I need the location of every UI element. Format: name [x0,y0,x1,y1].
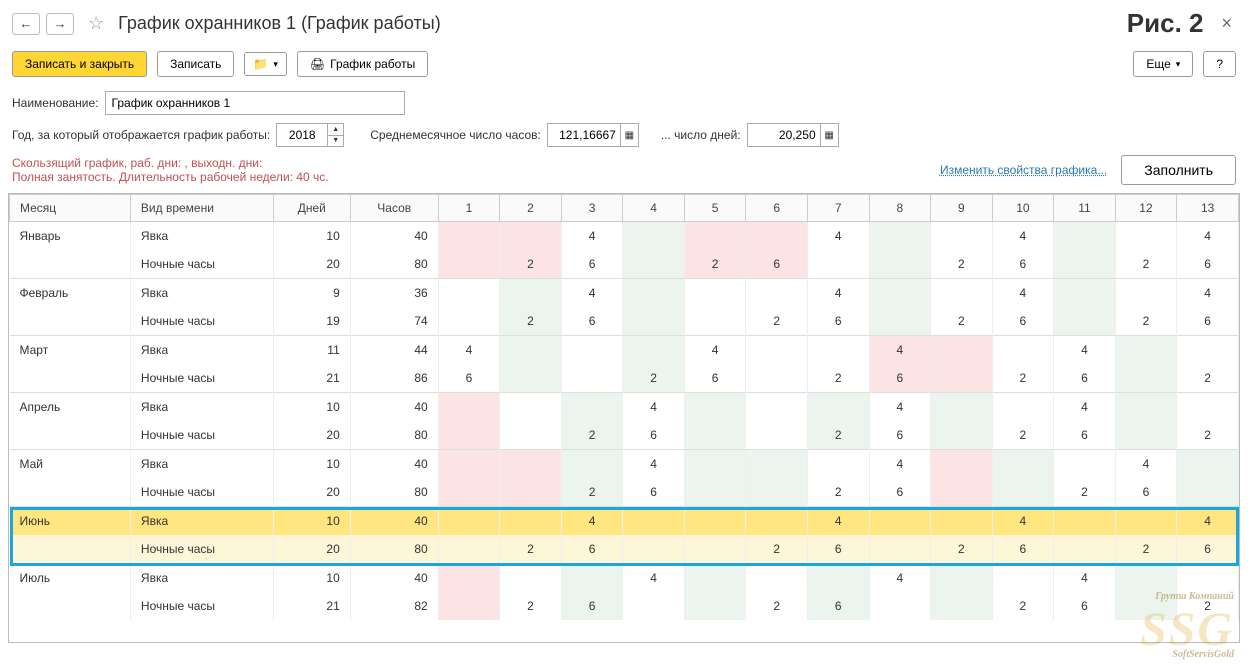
avg-hours-label: Среднемесячное число часов: [370,128,541,142]
avg-hours-field[interactable]: ▦ [547,123,639,147]
table-row[interactable]: Ночные часы197426262626 [10,307,1239,336]
col-hours: Часов [350,195,438,222]
col-type: Вид времени [130,195,273,222]
schedule-table: МесяцВид времениДнейЧасов123456789101112… [9,194,1239,620]
edit-schedule-props-link[interactable]: Изменить свойства графика... [940,163,1107,177]
col-day: 13 [1177,195,1239,222]
table-row[interactable]: ФевральЯвка9364444 [10,279,1239,308]
attachments-button[interactable]: 📁▾ [244,52,286,76]
calc-icon[interactable]: ▦ [820,124,838,146]
save-and-close-button[interactable]: Записать и закрыть [12,51,147,77]
col-day: 2 [500,195,562,222]
table-row[interactable]: ИюльЯвка1040444 [10,564,1239,593]
figure-label: Рис. 2 [1127,8,1204,39]
table-row[interactable]: ИюньЯвка10404444 [10,507,1239,536]
nav-back-button[interactable]: ← [12,13,40,35]
table-row[interactable]: АпрельЯвка1040444 [10,393,1239,422]
table-row[interactable]: МайЯвка1040444 [10,450,1239,479]
year-label: Год, за который отображается график рабо… [12,128,270,142]
folder-icon: 📁 [253,57,268,71]
year-down-icon[interactable]: ▼ [328,136,343,147]
table-row[interactable]: Ночные часы20802626262 [10,421,1239,450]
close-icon[interactable]: × [1217,13,1236,34]
year-up-icon[interactable]: ▲ [328,124,343,136]
avg-days-field[interactable]: ▦ [747,123,839,147]
year-input[interactable] [277,124,327,146]
col-days: Дней [273,195,350,222]
avg-days-input[interactable] [748,124,820,146]
fill-button[interactable]: Заполнить [1121,155,1236,185]
favorite-icon[interactable]: ☆ [88,13,104,34]
col-day: 7 [807,195,869,222]
calc-icon[interactable]: ▦ [620,124,638,146]
table-row[interactable]: Ночные часы2080262626 [10,478,1239,507]
name-label: Наименование: [12,96,99,110]
table-row[interactable]: Ночные часы218662626262 [10,364,1239,393]
table-row[interactable]: Ночные часы208026262626 [10,535,1239,564]
schedule-table-container[interactable]: МесяцВид времениДнейЧасов123456789101112… [8,193,1240,643]
page-title: График охранников 1 (График работы) [118,13,1121,34]
schedule-type-info: Скользящий график, раб. дни: , выходн. д… [12,156,329,170]
col-day: 6 [746,195,808,222]
more-button[interactable]: Еще▾ [1133,51,1193,77]
col-day: 4 [623,195,685,222]
year-stepper[interactable]: ▲▼ [276,123,344,147]
nav-forward-button[interactable]: → [46,13,74,35]
col-day: 1 [438,195,500,222]
printer-icon: 🖨 [310,57,325,71]
table-row[interactable]: ЯнварьЯвка10404444 [10,222,1239,251]
table-row[interactable]: МартЯвка11444444 [10,336,1239,365]
col-day: 12 [1115,195,1177,222]
col-day: 10 [992,195,1054,222]
col-day: 9 [931,195,993,222]
save-button[interactable]: Записать [157,51,234,77]
col-day: 3 [561,195,623,222]
table-row[interactable]: Ночные часы208026262626 [10,250,1239,279]
col-day: 11 [1054,195,1116,222]
avg-hours-input[interactable] [548,124,620,146]
avg-days-label: ... число дней: [661,128,741,142]
workweek-info: Полная занятость. Длительность рабочей н… [12,170,329,184]
print-schedule-button[interactable]: 🖨График работы [297,51,428,77]
name-input[interactable] [105,91,405,115]
col-day: 5 [684,195,746,222]
help-button[interactable]: ? [1203,51,1236,77]
col-month: Месяц [10,195,131,222]
col-day: 8 [869,195,931,222]
table-row[interactable]: Ночные часы21822626262 [10,592,1239,620]
